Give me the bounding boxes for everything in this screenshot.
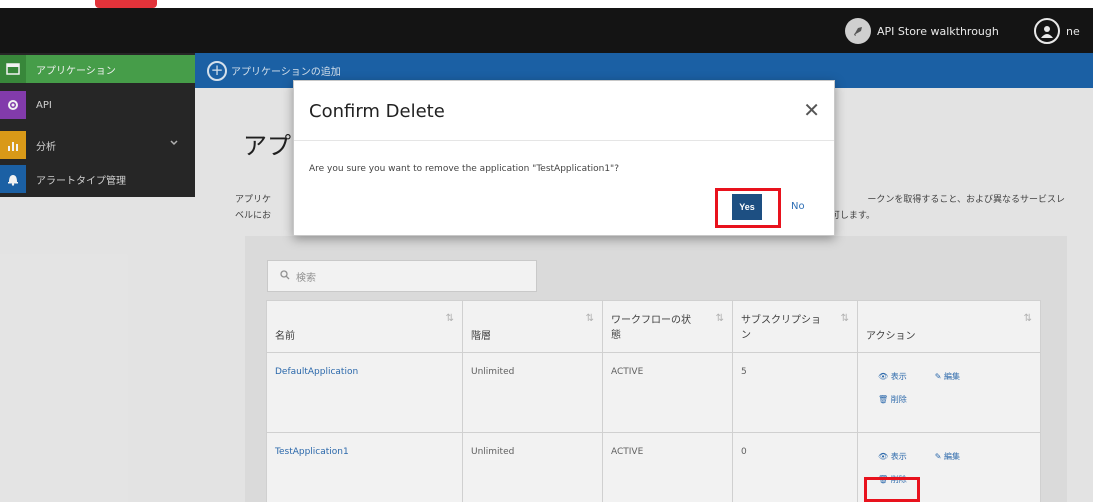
delete-button-highlight [864, 477, 920, 502]
brand-accent [95, 0, 157, 8]
user-name: ne [1066, 24, 1080, 38]
api-store-page: API Store walkthrough ne アプリケーション API 分析… [0, 0, 1093, 502]
top-strip [0, 0, 1093, 8]
dialog-message: Are you sure you want to remove the appl… [309, 164, 619, 174]
close-icon[interactable]: ✕ [803, 100, 820, 120]
yes-button-highlight [715, 188, 781, 228]
dialog-title: Confirm Delete [309, 101, 445, 122]
header-bar: API Store walkthrough ne [0, 8, 1093, 53]
rocket-icon [845, 18, 871, 44]
walkthrough-link[interactable]: API Store walkthrough [845, 17, 999, 45]
dialog-header: Confirm Delete ✕ [294, 81, 834, 141]
no-button[interactable]: No [791, 201, 805, 212]
user-menu[interactable]: ne [1034, 17, 1080, 45]
user-icon [1034, 18, 1060, 44]
walkthrough-label: API Store walkthrough [877, 24, 999, 38]
